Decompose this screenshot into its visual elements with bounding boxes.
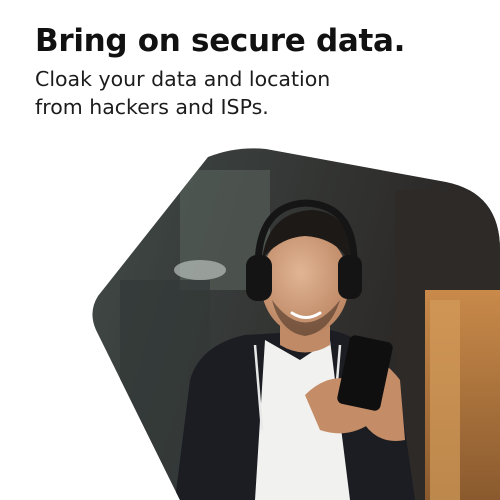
hero-photo: [92, 148, 500, 500]
